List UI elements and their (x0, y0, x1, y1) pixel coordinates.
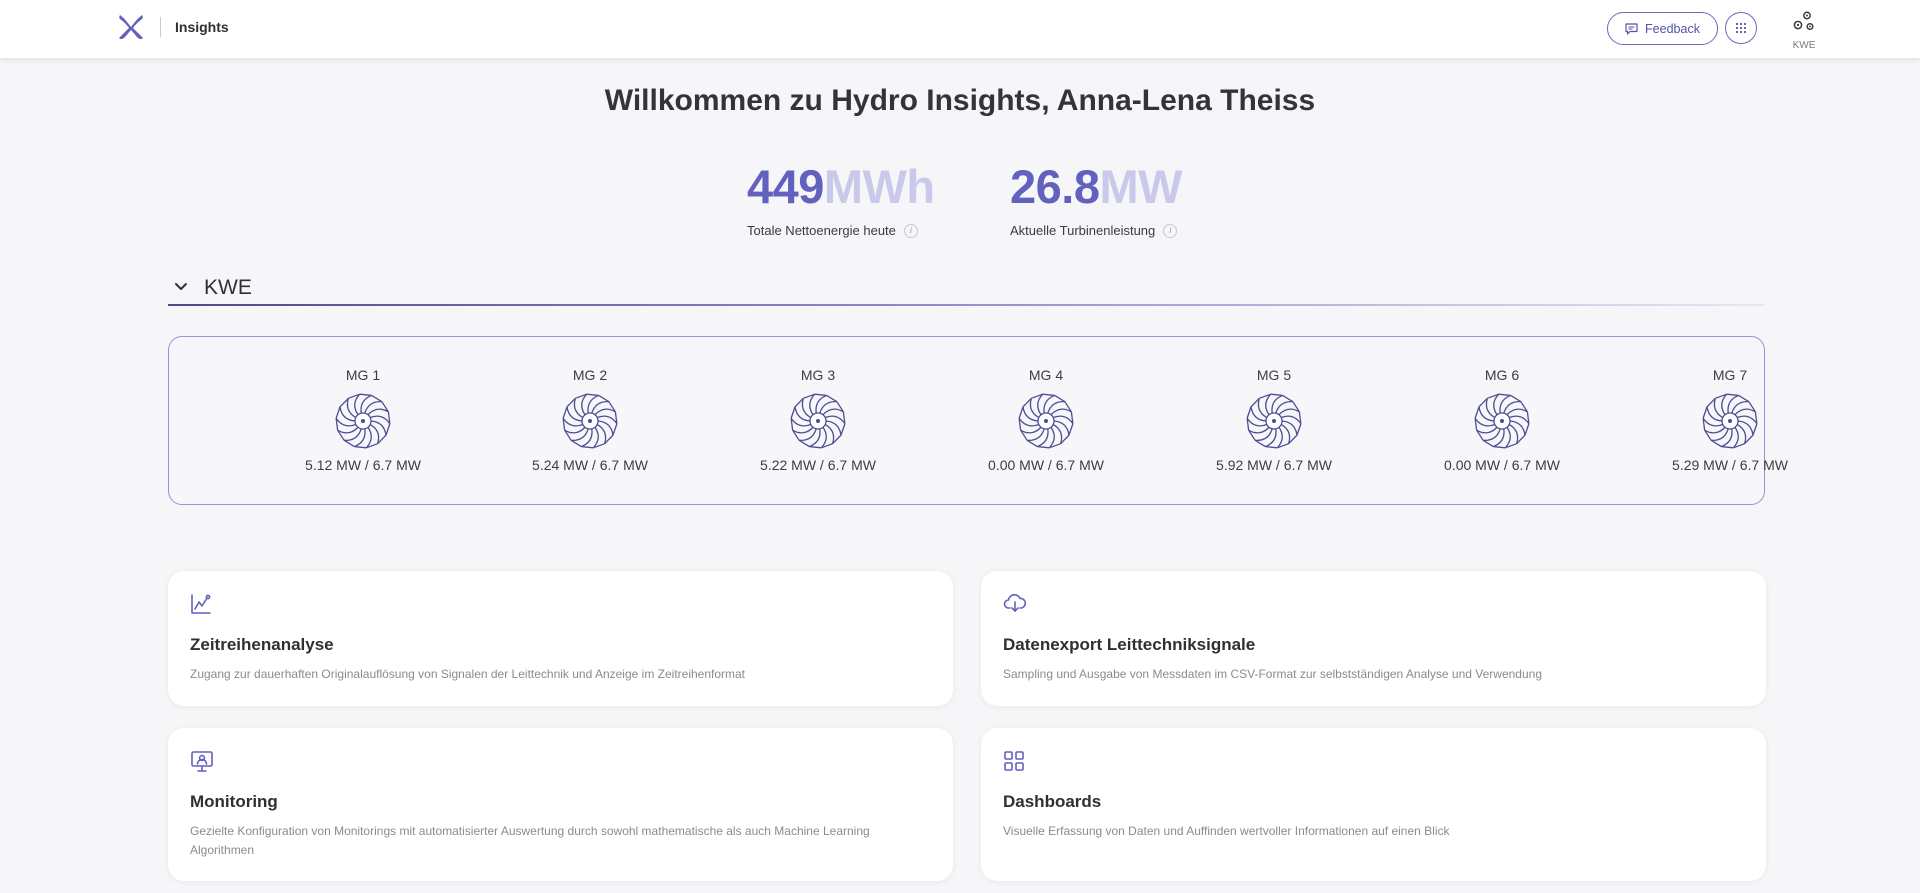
cloud-download-icon (1003, 594, 1027, 612)
section-toggle-kwe[interactable]: KWE (168, 274, 1764, 306)
kpi-caption: Totale Nettoenergie heute i (747, 223, 935, 238)
machine-group-card[interactable]: MG 7 5.29 MW / 6.7 MW (1650, 367, 1810, 473)
card-title: Monitoring (190, 792, 278, 811)
card-title: Dashboards (1003, 792, 1102, 811)
section-divider (168, 304, 1764, 306)
card-description: Gezielte Konfiguration von Monitorings m… (190, 824, 870, 857)
apps-grid-icon (1735, 22, 1747, 34)
turbine-icon (562, 393, 618, 449)
kpi-caption-text: Aktuelle Turbinenleistung (1010, 223, 1156, 238)
feedback-icon (1625, 22, 1638, 35)
card-dashboards[interactable]: Dashboards Visuelle Erfassung von Daten … (981, 728, 1766, 881)
monitor-icon (191, 751, 213, 772)
line-chart-icon (191, 594, 211, 614)
card-datenexport[interactable]: Datenexport Leittechniksignale Sampling … (981, 571, 1766, 706)
turbine-icon (1018, 393, 1074, 449)
chevron-down-icon (175, 283, 187, 290)
kpi-total-energy: 449MWh Totale Nettoenergie heute i (747, 160, 935, 238)
dashboard-grid-icon (1004, 751, 1024, 771)
machine-group-card[interactable]: MG 6 0.00 MW / 6.7 MW (1422, 367, 1582, 473)
plant-gears-icon (1793, 11, 1814, 31)
machine-group-name: MG 4 (1028, 367, 1064, 383)
section-title: KWE (204, 276, 252, 299)
card-zeitreihenanalyse[interactable]: Zeitreihenanalyse Zugang zur dauerhaften… (168, 571, 953, 706)
kpi-caption-text: Totale Nettoenergie heute (747, 223, 896, 238)
machine-group-name: MG 6 (1484, 367, 1520, 383)
machine-group-name: MG 5 (1256, 367, 1292, 383)
machine-group-card[interactable]: MG 3 5.22 MW / 6.7 MW (738, 367, 898, 473)
card-description: Zugang zur dauerhaften Originalauflösung… (190, 667, 746, 681)
machine-group-card[interactable]: MG 2 5.24 MW / 6.7 MW (510, 367, 670, 473)
machine-group-power: 5.12 MW / 6.7 MW (305, 457, 421, 473)
card-title: Datenexport Leittechniksignale (1003, 635, 1256, 654)
card-description: Visuelle Erfassung von Daten und Auffind… (1003, 824, 1450, 838)
card-monitoring[interactable]: Monitoring Gezielte Konfiguration von Mo… (168, 728, 953, 881)
plant-selector[interactable]: KWE (1780, 10, 1828, 52)
turbine-icon (790, 393, 846, 449)
kpi-unit: MW (1099, 160, 1182, 213)
machine-group-power: 0.00 MW / 6.7 MW (1444, 457, 1560, 473)
turbine-icon (1246, 393, 1302, 449)
card-title: Zeitreihenanalyse (190, 635, 334, 654)
machine-group-power: 5.92 MW / 6.7 MW (1216, 457, 1332, 473)
turbine-icon (1474, 393, 1530, 449)
machine-group-name: MG 7 (1712, 367, 1748, 383)
info-icon[interactable]: i (1163, 223, 1178, 238)
machine-group-card[interactable]: MG 1 5.12 MW / 6.7 MW (283, 367, 443, 473)
top-bar: Insights Feedback KWE (0, 0, 1920, 58)
turbine-icon (1702, 393, 1758, 449)
kpi-caption: Aktuelle Turbinenleistung i (1010, 223, 1182, 238)
card-description: Sampling und Ausgabe von Messdaten im CS… (1003, 667, 1542, 681)
machine-groups-panel: MG 1 5.12 MW / 6.7 MW MG 2 5.24 MW / 6.7… (168, 336, 1788, 505)
kpi-value: 449MWh (747, 160, 935, 214)
machine-group-name: MG 1 (345, 367, 381, 383)
machine-group-power: 0.00 MW / 6.7 MW (988, 457, 1104, 473)
info-icon[interactable]: i (903, 223, 918, 238)
app-launcher-button[interactable] (1725, 12, 1757, 44)
feedback-button[interactable]: Feedback (1607, 12, 1718, 45)
machine-group-name: MG 2 (572, 367, 608, 383)
app-title[interactable]: Insights (175, 19, 229, 35)
machine-group-power: 5.29 MW / 6.7 MW (1672, 457, 1788, 473)
machine-group-card[interactable]: MG 5 5.92 MW / 6.7 MW (1194, 367, 1354, 473)
machine-group-card[interactable]: MG 4 0.00 MW / 6.7 MW (966, 367, 1126, 473)
machine-group-name: MG 3 (800, 367, 836, 383)
machine-group-power: 5.24 MW / 6.7 MW (532, 457, 648, 473)
kpi-number: 26.8 (1010, 160, 1100, 213)
kpi-turbine-power: 26.8MW Aktuelle Turbinenleistung i (1010, 160, 1182, 238)
kpi-value: 26.8MW (1010, 160, 1182, 214)
plant-label: KWE (1792, 40, 1816, 51)
turbine-icon (335, 393, 391, 449)
logo-separator (160, 17, 161, 37)
feedback-label: Feedback (1645, 21, 1700, 36)
welcome-heading: Willkommen zu Hydro Insights, Anna-Lena … (604, 84, 1316, 117)
hydro-logo-icon[interactable] (116, 12, 146, 42)
kpi-unit: MWh (823, 160, 935, 213)
machine-group-power: 5.22 MW / 6.7 MW (760, 457, 876, 473)
kpi-number: 449 (747, 160, 824, 213)
